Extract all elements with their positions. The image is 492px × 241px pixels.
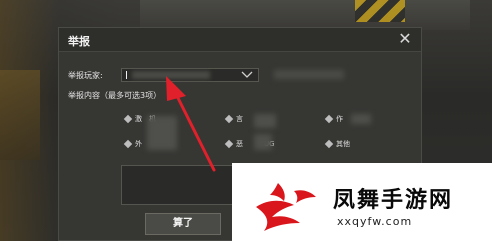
report-player-select[interactable]: [121, 68, 259, 82]
chevron-down-icon: [241, 71, 253, 78]
background-ceiling: [140, 0, 470, 30]
report-content-label: 举报内容（最多可选3项）: [68, 91, 162, 100]
cancel-button[interactable]: 算了: [145, 213, 221, 235]
text-caret: [126, 71, 127, 79]
diamond-radio-icon: [324, 114, 334, 124]
blurred-region: [254, 114, 276, 128]
close-icon[interactable]: ✕: [397, 31, 413, 47]
blurred-region: [254, 134, 272, 150]
phoenix-logo-icon: [256, 183, 316, 231]
background-crate: [0, 70, 40, 160]
player-name-blurred: [132, 71, 210, 79]
report-player-label: 举报玩家:: [68, 71, 103, 80]
dialog-title: 举报: [68, 35, 90, 48]
background-hazard-stripe: [355, 0, 405, 22]
dialog-header: 举报 ✕: [59, 28, 421, 52]
report-option-label: 作: [336, 115, 343, 123]
blurred-region: [147, 116, 177, 150]
blurred-region: [274, 70, 344, 79]
diamond-radio-icon: [224, 114, 234, 124]
diamond-radio-icon: [123, 139, 133, 149]
diamond-radio-icon: [224, 139, 234, 149]
report-option-label: 言: [236, 115, 243, 123]
diamond-radio-icon: [324, 139, 334, 149]
report-option-label: 外: [135, 140, 142, 148]
blurred-region: [351, 114, 371, 124]
watermark-name: 凤舞手游网: [333, 187, 454, 213]
report-option-label: 其他: [336, 140, 350, 148]
watermark-url: xxqyfw.com: [337, 215, 413, 228]
diamond-radio-icon: [123, 114, 133, 124]
